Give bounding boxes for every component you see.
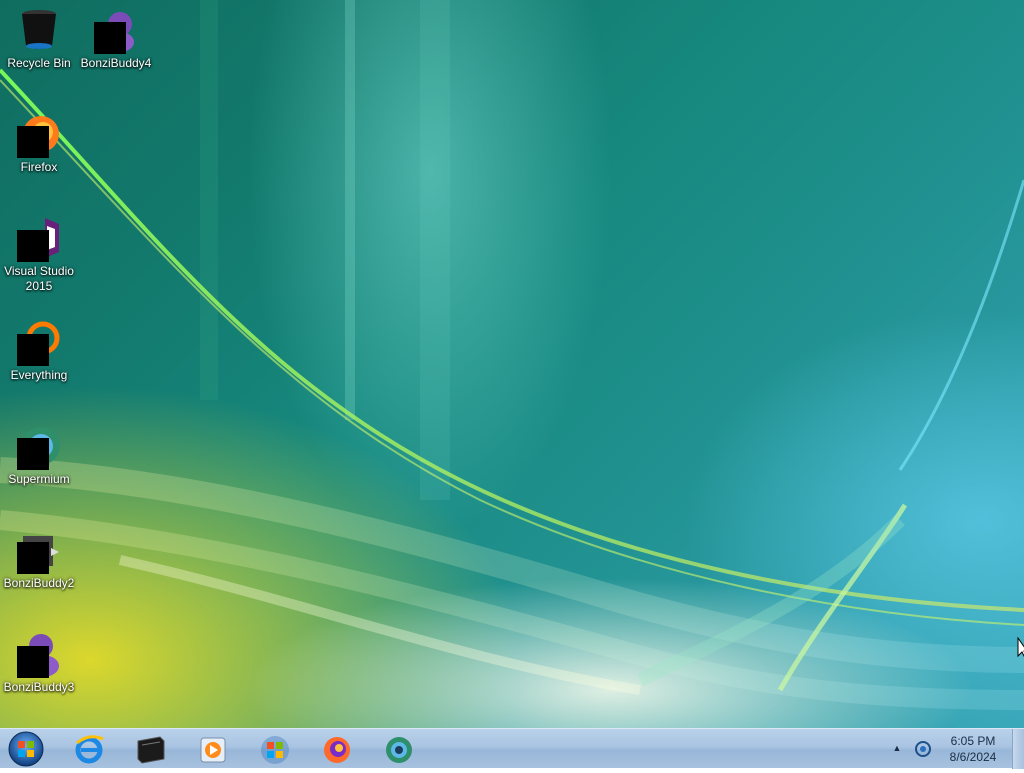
desktop-icon-label: BonziBuddy2 xyxy=(3,576,75,590)
network-icon[interactable] xyxy=(913,739,933,759)
desktop[interactable]: Recycle Bin BonziBuddy4 Firefox Visual S… xyxy=(0,0,1024,728)
command-prompt-icon xyxy=(137,736,165,764)
redacted-overlay xyxy=(17,438,49,470)
desktop-icon-supermium[interactable]: Supermium xyxy=(1,422,77,487)
bonzibuddy-icon xyxy=(15,526,63,574)
windows-media-player-icon xyxy=(200,737,226,763)
redacted-overlay xyxy=(17,230,49,262)
visual-studio-icon xyxy=(15,214,63,262)
bonzibuddy-icon xyxy=(92,6,140,54)
redacted-overlay xyxy=(17,542,49,574)
desktop-icon-label: Supermium xyxy=(8,472,70,486)
taskbar-pin-windows-media-player[interactable] xyxy=(186,731,240,767)
desktop-icon-label: BonziBuddy4 xyxy=(80,56,152,70)
redacted-overlay xyxy=(94,22,126,54)
desktop-icon-bonzibuddy2[interactable]: BonziBuddy2 xyxy=(1,526,77,591)
redacted-overlay xyxy=(17,646,49,678)
firefox-icon xyxy=(15,110,63,158)
clock-time: 6:05 PM xyxy=(950,734,996,748)
taskbar: ▲ 6:05 PM 8/6/2024 xyxy=(0,728,1024,769)
taskbar-pin-command-prompt[interactable] xyxy=(124,731,178,767)
desktop-icon-label: Visual Studio 2015 xyxy=(4,264,74,293)
redacted-overlay xyxy=(17,334,49,366)
windows-orb-icon xyxy=(8,731,44,767)
desktop-icon-everything[interactable]: Everything xyxy=(1,318,77,383)
supermium-icon xyxy=(15,422,63,470)
show-desktop-button[interactable] xyxy=(1012,729,1024,769)
redacted-overlay xyxy=(17,126,49,158)
wallpaper xyxy=(0,0,1024,710)
desktop-icon-recycle-bin[interactable]: Recycle Bin xyxy=(1,6,77,71)
desktop-icon-label: BonziBuddy3 xyxy=(3,680,75,694)
recycle-bin-icon xyxy=(15,6,63,54)
desktop-icon-label: Everything xyxy=(10,368,68,382)
supermium-icon xyxy=(386,737,412,763)
taskbar-pin-supermium[interactable] xyxy=(372,731,426,767)
windows-logo-icon xyxy=(261,736,289,764)
taskbar-pin-firefox[interactable] xyxy=(310,731,364,767)
mouse-cursor-icon xyxy=(1017,637,1024,658)
taskbar-pin-internet-explorer[interactable] xyxy=(62,731,116,767)
desktop-icon-bonzibuddy4[interactable]: BonziBuddy4 xyxy=(78,6,154,71)
system-clock[interactable]: 6:05 PM 8/6/2024 xyxy=(940,733,1006,765)
desktop-icon-bonzibuddy3[interactable]: BonziBuddy3 xyxy=(1,630,77,695)
bonzibuddy-icon xyxy=(15,630,63,678)
desktop-icon-label: Recycle Bin xyxy=(7,56,71,70)
taskbar-pin-windows[interactable] xyxy=(248,731,302,767)
everything-search-icon xyxy=(15,318,63,366)
desktop-icon-firefox[interactable]: Firefox xyxy=(1,110,77,175)
firefox-icon xyxy=(324,737,350,763)
internet-explorer-icon xyxy=(75,735,104,764)
start-button[interactable] xyxy=(6,730,46,768)
clock-date: 8/6/2024 xyxy=(949,750,997,764)
desktop-icon-label: Firefox xyxy=(20,160,58,174)
desktop-icon-visual-studio-2015[interactable]: Visual Studio 2015 xyxy=(1,214,77,294)
chevron-up-icon[interactable]: ▲ xyxy=(890,741,904,755)
